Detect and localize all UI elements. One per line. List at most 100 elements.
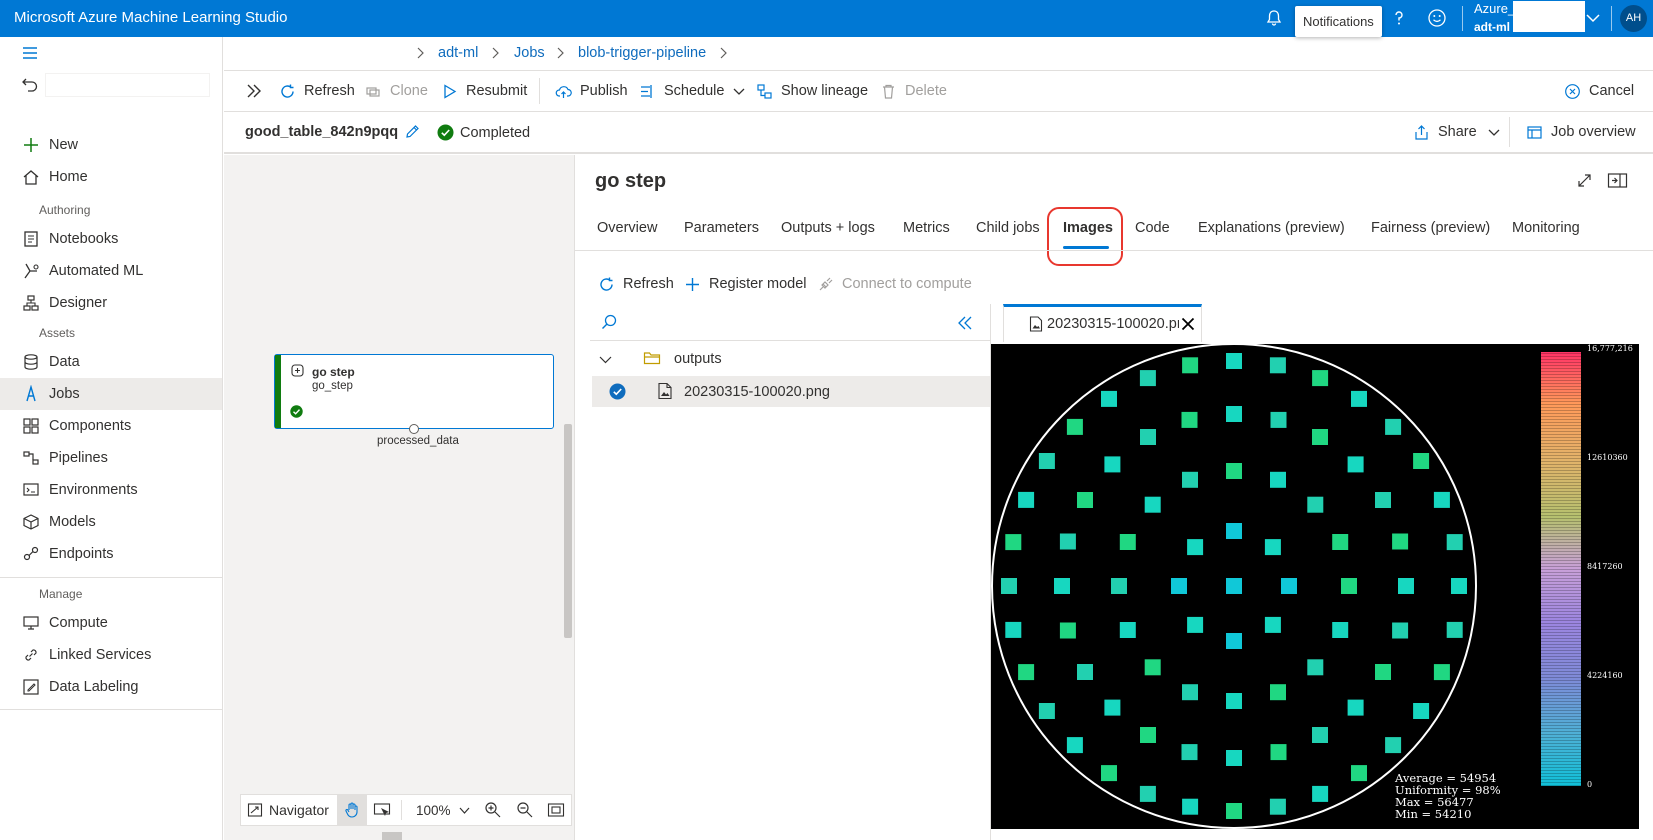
sidebar-item-data-labeling[interactable]: Data Labeling (0, 671, 222, 703)
register-model-button[interactable]: Register model (684, 274, 807, 294)
tab-explanations[interactable]: Explanations (preview) (1198, 220, 1345, 236)
publish-button[interactable]: Publish (555, 80, 628, 102)
images-refresh-button[interactable]: Refresh (598, 274, 674, 294)
pan-hand-button[interactable] (337, 795, 367, 825)
smiley-feedback-icon[interactable] (1427, 8, 1447, 28)
expand-diagonal-icon[interactable] (1576, 172, 1593, 189)
dock-panel-icon[interactable] (1607, 172, 1628, 189)
avatar[interactable]: AH (1620, 5, 1647, 32)
workspace-search-input[interactable] (45, 73, 210, 97)
measurement-site (1264, 616, 1281, 633)
measurement-site (1385, 418, 1402, 435)
pipeline-graph-canvas[interactable] (224, 155, 574, 840)
job-overview-button[interactable]: Job overview (1526, 121, 1636, 143)
app-title[interactable]: Microsoft Azure Machine Learning Studio (14, 9, 287, 26)
navigator-label[interactable]: Navigator (269, 802, 329, 818)
expand-double-chevron-icon[interactable] (245, 82, 263, 100)
sidebar-item-notebooks[interactable]: Notebooks (0, 223, 222, 255)
tab-monitoring[interactable]: Monitoring (1512, 220, 1580, 236)
sidebar-item-models[interactable]: Models (0, 506, 222, 538)
measurement-site (1341, 578, 1357, 594)
chevron-down-icon[interactable] (598, 352, 613, 367)
tab-child-jobs[interactable]: Child jobs (976, 220, 1040, 236)
jobs-icon (26, 385, 36, 402)
output-port[interactable] (409, 424, 419, 434)
section-authoring: Authoring (39, 203, 91, 217)
chevron-down-icon[interactable] (1585, 10, 1605, 30)
sidebar-item-label: Compute (49, 615, 108, 631)
models-icon (23, 514, 39, 530)
sidebar-item-jobs[interactable]: Jobs (0, 378, 222, 410)
measurement-site (1226, 406, 1242, 422)
connect-to-compute-button[interactable]: Connect to compute (817, 274, 972, 294)
measurement-site (1433, 664, 1450, 681)
refresh-button[interactable]: Refresh (279, 80, 355, 102)
sidebar-item-endpoints[interactable]: Endpoints (0, 538, 222, 570)
zoom-in-icon[interactable] (484, 801, 502, 819)
sidebar-item-pipelines[interactable]: Pipelines (0, 442, 222, 474)
images-refresh-label: Refresh (623, 276, 674, 292)
chevron-down-icon[interactable] (458, 804, 471, 817)
cancel-button[interactable]: Cancel (1564, 80, 1634, 102)
environments-icon (23, 483, 39, 496)
sidebar-item-automated-ml[interactable]: Automated ML (0, 255, 222, 287)
chevron-down-icon (734, 88, 745, 95)
zoom-level[interactable]: 100% (416, 803, 451, 818)
collapse-double-chevron-icon[interactable] (957, 315, 973, 331)
measurement-site (1269, 798, 1286, 815)
breadcrumb-workspace[interactable]: adt-ml (438, 45, 478, 61)
image-viewer-tab[interactable]: 20230315-100020.png (1003, 304, 1202, 342)
fit-to-screen-icon[interactable] (547, 802, 565, 818)
tab-code[interactable]: Code (1135, 220, 1170, 236)
measurement-site (1375, 664, 1391, 680)
navigator-icon[interactable] (247, 802, 263, 818)
clone-button[interactable]: Clone (365, 80, 428, 102)
selected-check-icon[interactable] (609, 383, 626, 400)
bell-icon[interactable] (1264, 8, 1284, 28)
canvas-scrollbar[interactable] (564, 424, 572, 638)
tree-file-name: 20230315-100020.png (684, 384, 830, 400)
refresh-icon (281, 84, 294, 98)
canvas-horizontal-scrollbar[interactable] (382, 832, 402, 840)
share-button[interactable]: Share (1413, 121, 1501, 143)
measurement-site (1392, 622, 1409, 639)
tab-metrics[interactable]: Metrics (903, 220, 950, 236)
measurement-site (1332, 622, 1349, 638)
tree-folder-outputs[interactable]: outputs (674, 351, 722, 367)
sidebar-item-linked-services[interactable]: Linked Services (0, 639, 222, 671)
sidebar-item-components[interactable]: Components (0, 410, 222, 442)
edit-pencil-icon[interactable] (404, 123, 421, 140)
sidebar-item-label: Automated ML (49, 263, 144, 279)
tab-parameters[interactable]: Parameters (684, 220, 759, 236)
sidebar-item-data[interactable]: Data (0, 346, 222, 378)
sidebar-item-designer[interactable]: Designer (0, 287, 222, 319)
pipeline-node-go-step[interactable]: go step go_step (274, 354, 554, 429)
hamburger-menu-icon[interactable] (21, 44, 39, 62)
breadcrumb-pipeline[interactable]: blob-trigger-pipeline (578, 45, 706, 61)
help-icon[interactable] (1389, 8, 1409, 28)
job-overview-icon (1527, 125, 1542, 139)
measurement-site (1392, 533, 1409, 550)
toolbar-divider (1509, 117, 1510, 147)
search-icon[interactable] (600, 313, 618, 331)
back-undo-icon[interactable] (21, 75, 39, 93)
select-mode-icon[interactable] (373, 802, 391, 818)
schedule-button[interactable]: Schedule (639, 80, 746, 102)
zoom-out-icon[interactable] (516, 801, 534, 819)
sidebar-item-environments[interactable]: Environments (0, 474, 222, 506)
delete-button[interactable]: Delete (880, 80, 947, 102)
tab-outputs-logs[interactable]: Outputs + logs (781, 220, 875, 236)
tab-fairness[interactable]: Fairness (preview) (1371, 220, 1490, 236)
sidebar-item-home[interactable]: Home (0, 161, 222, 193)
breadcrumb-jobs[interactable]: Jobs (514, 45, 545, 61)
sidebar-item-new[interactable]: New (0, 129, 222, 161)
tab-overview[interactable]: Overview (597, 220, 657, 236)
top-bar-divider (1462, 6, 1463, 31)
measurement-site (1187, 539, 1204, 556)
show-lineage-button[interactable]: Show lineage (756, 80, 868, 102)
measurement-site (1059, 622, 1076, 639)
resubmit-button[interactable]: Resubmit (441, 80, 527, 102)
sidebar-item-compute[interactable]: Compute (0, 607, 222, 639)
toolbar-divider (539, 78, 540, 104)
close-icon[interactable] (1180, 316, 1196, 332)
